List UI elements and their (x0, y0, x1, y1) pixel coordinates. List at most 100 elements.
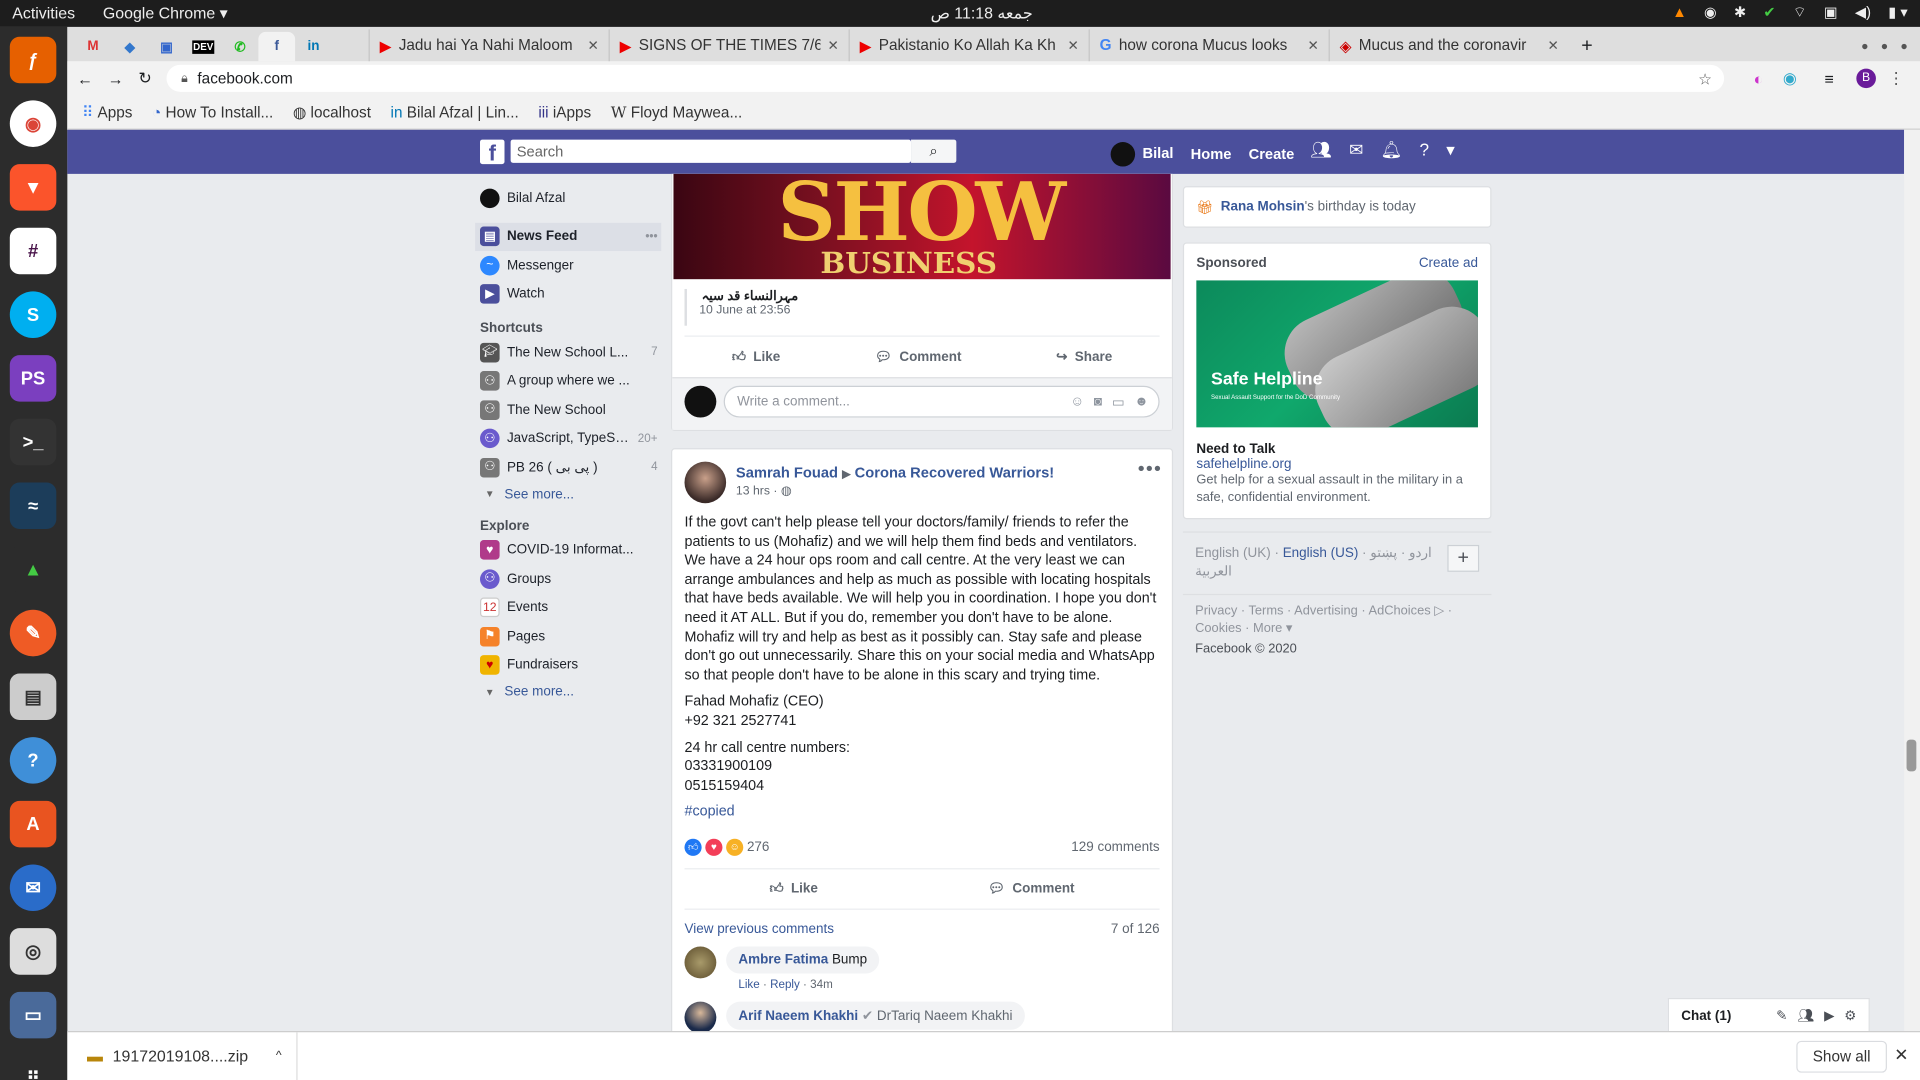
chrome-icon[interactable]: ◉ (9, 100, 57, 147)
maximize-icon[interactable]: ● (1881, 40, 1888, 53)
ad-image[interactable]: Safe Helpline Sexual Assault Support for … (1196, 280, 1478, 428)
sidebar-item-fundraisers[interactable]: ♥ Fundraisers (475, 651, 661, 680)
bookmark-item[interactable]: iii iApps (538, 103, 591, 120)
help-icon[interactable]: ? (1420, 140, 1430, 161)
post-author[interactable]: Samrah Fouad (736, 464, 838, 481)
sidebar-item-news-feed[interactable]: ▤ News Feed ••• (475, 222, 662, 252)
system-tray[interactable]: ▲ ◉ ✱ ✔ ⌔ ▣ ◀) ▮ ▾ (1672, 4, 1908, 22)
obs-icon[interactable]: ◉ (1704, 4, 1717, 22)
comment-author[interactable]: Ambre Fatima (738, 953, 828, 968)
forward-icon[interactable]: → (108, 69, 124, 87)
chevron-up-icon[interactable]: ^ (276, 1049, 282, 1062)
new-tab-button[interactable]: + (1569, 32, 1606, 61)
pinned-tab-facebook[interactable]: f (258, 31, 296, 62)
sidebar-item-events[interactable]: 12 Events (475, 593, 661, 622)
post-group[interactable]: Corona Recovered Warriors! (855, 464, 1055, 481)
compose-icon[interactable]: ✎ (1776, 1008, 1787, 1024)
pinned-tab-gmail[interactable]: M (75, 32, 112, 61)
show-all-button[interactable]: Show all (1796, 1040, 1887, 1073)
birthday-card[interactable]: 🎁︎ Rana Mohsin's birthday is today (1182, 186, 1492, 228)
comment-button[interactable]: 💬︎ Comment (875, 349, 962, 365)
profile-link[interactable]: Bilal (1110, 142, 1173, 167)
comment-input[interactable]: Write a comment... ☺ ◙ ▭ ☻ (723, 385, 1160, 418)
help-icon[interactable]: ? (9, 737, 57, 784)
shared-date[interactable]: 10 June at 23:56 (699, 304, 1159, 317)
shared-author[interactable]: مہرالنساء قد سیہ (699, 289, 1159, 304)
bookmark-item[interactable]: ◔ How To Install... (152, 103, 273, 120)
sidebar-item-shortcut[interactable]: ⚇ The New School (475, 396, 661, 425)
more-options-icon[interactable]: ••• (645, 230, 661, 243)
vlc-icon[interactable]: ▲ (1672, 4, 1687, 22)
back-icon[interactable]: ← (77, 69, 93, 87)
facebook-logo[interactable]: f (480, 139, 505, 165)
emoji-icon[interactable]: ☺ (1070, 394, 1084, 410)
bookmark-item[interactable]: ◍ localhost (293, 103, 371, 121)
sidebar-item-covid[interactable]: ♥ COVID-19 Informat... (475, 536, 661, 565)
lock-icon[interactable]: ▣ (1824, 4, 1838, 22)
window-close-icon[interactable]: ● (1900, 40, 1907, 53)
comment-text[interactable]: DrTariq Naeem Khakhi (877, 1009, 1012, 1024)
reactions-summary[interactable]: 👍︎ ♥ ☺ 276 (684, 838, 769, 856)
tab-4[interactable]: ◈ Mucus and the coronavir ✕ (1328, 29, 1569, 62)
clock[interactable]: جمعه 11:18 ص (931, 4, 1033, 24)
notifications-icon[interactable]: 🔔︎ (1381, 140, 1403, 161)
reload-icon[interactable]: ↻ (138, 69, 151, 89)
search-input[interactable]: Search (510, 139, 912, 163)
pinned-tab-chat[interactable]: ▣ (148, 32, 185, 61)
sidebar-item-pages[interactable]: ⚑ Pages (475, 622, 661, 651)
extension-icon[interactable]: ◐ (1753, 69, 1763, 87)
minimize-icon[interactable]: ● (1861, 40, 1868, 53)
tab-2[interactable]: ▶ Pakistanio Ko Allah Ka Kh ✕ (848, 29, 1089, 62)
create-link[interactable]: Create (1249, 146, 1295, 163)
ad-url[interactable]: safehelpline.org (1196, 457, 1478, 472)
check-icon[interactable]: ✔ (1763, 4, 1775, 22)
footer-links[interactable]: Privacy · Terms · Advertising · AdChoice… (1195, 602, 1479, 636)
messenger-icon[interactable]: ✉ (1349, 140, 1363, 161)
home-link[interactable]: Home (1191, 146, 1232, 163)
language-option[interactable]: اردو · پښتو (1370, 546, 1432, 561)
avatar[interactable] (684, 946, 717, 979)
tab-1[interactable]: ▶ SIGNS OF THE TIMES 7/6/2 ✕ (608, 29, 849, 62)
media-icon[interactable]: ≡ (1825, 69, 1834, 87)
view-previous-comments-link[interactable]: View previous comments (684, 922, 833, 937)
like-button[interactable]: 👍︎ Like (770, 881, 818, 897)
phpstorm-icon[interactable]: PS (9, 355, 57, 402)
language-option-selected[interactable]: English (US) (1283, 546, 1359, 561)
page-scrollbar[interactable] (1904, 129, 1920, 1032)
comment-button[interactable]: 💬︎ Comment (988, 881, 1075, 897)
profile-avatar[interactable]: B (1856, 68, 1876, 89)
sidebar-item-shortcut[interactable]: ⚇ PB 26 ( پی بی ) 4 (475, 453, 661, 482)
brave-icon[interactable]: ▼ (9, 164, 57, 211)
star-icon[interactable]: ☆ (1698, 69, 1712, 87)
app-menu[interactable]: Google Chrome ▾ (103, 4, 228, 24)
pinned-tab-vscode[interactable]: ◆ (111, 32, 148, 61)
search-icon[interactable]: ⌕ (911, 139, 957, 163)
rocket-icon[interactable]: ▲ (9, 546, 57, 593)
scrollbar-thumb[interactable] (1906, 739, 1917, 772)
share-button[interactable]: ↪ Share (1056, 349, 1112, 365)
close-icon[interactable]: ✕ (1067, 37, 1078, 54)
camera-icon[interactable]: ◙ (1094, 394, 1102, 410)
pinned-tab-blank[interactable] (332, 32, 369, 61)
bookmark-item[interactable]: W Floyd Maywea... (611, 103, 742, 121)
close-icon[interactable]: ✕ (1548, 37, 1559, 54)
postman-icon[interactable]: ✎ (9, 609, 57, 657)
rhythmbox-icon[interactable]: ◎ (9, 928, 57, 975)
sidebar-item-shortcut[interactable]: ⚇ A group where we ... (475, 367, 661, 396)
sidebar-item-shortcut[interactable]: 🎓︎ The New School L... 7 (475, 338, 661, 367)
tab-0[interactable]: ▶ Jadu hai Ya Nahi Maloom ✕ (368, 29, 609, 62)
slack-icon[interactable]: # (9, 227, 57, 275)
pinned-tab-whatsapp[interactable]: ✆ (222, 32, 259, 61)
tab-3[interactable]: Ghow corona Mucus looks ✕ (1088, 29, 1329, 62)
apps-grid-icon[interactable]: ⠿ (9, 1055, 57, 1080)
download-item[interactable]: ▬ 19172019108....zip ^ (67, 1031, 298, 1080)
terminal-icon[interactable]: >_ (9, 418, 57, 466)
comments-count[interactable]: 129 comments (1071, 840, 1159, 855)
hashtag-link[interactable]: #copied (684, 804, 734, 820)
birthday-name[interactable]: Rana Mohsin (1221, 200, 1305, 215)
screenshot-icon[interactable]: ▭ (9, 991, 57, 1039)
address-bar[interactable]: 🔒︎ facebook.com ☆ (166, 64, 1725, 92)
chat-bar[interactable]: Chat (1) ✎ 👥︎ ▶ ⚙ (1667, 997, 1870, 1033)
activities-button[interactable]: Activities (12, 4, 75, 22)
more-options-icon[interactable]: ••• (1138, 459, 1162, 481)
